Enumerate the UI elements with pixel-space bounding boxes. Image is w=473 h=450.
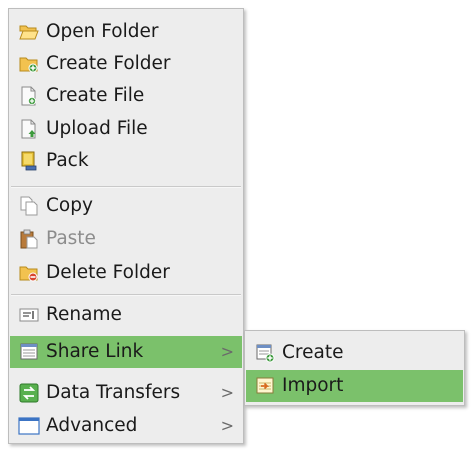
create-file-icon (18, 85, 40, 107)
menu-item-label: Create Folder (46, 52, 171, 74)
menu-item-pack[interactable]: Pack (10, 145, 242, 177)
paste-icon (18, 228, 40, 250)
menu-item-label: Data Transfers (46, 381, 181, 403)
submenu-arrow: > (220, 383, 234, 402)
menu-separator (11, 294, 241, 296)
menu-item-paste[interactable]: Paste (10, 223, 242, 255)
menu-item-rename[interactable]: Rename (10, 299, 242, 331)
menu-item-delete-folder[interactable]: Delete Folder (10, 257, 242, 289)
rename-icon (18, 304, 40, 326)
share-link-submenu: Create Import (244, 330, 465, 406)
menu-item-upload-file[interactable]: Upload File (10, 113, 242, 145)
data-transfers-icon (18, 382, 40, 404)
submenu-item-create[interactable]: Create (246, 337, 463, 369)
menu-item-label: Copy (46, 194, 93, 216)
context-menu: Open Folder Create Folder Create File Up… (8, 8, 244, 444)
menu-item-open-folder[interactable]: Open Folder (10, 16, 242, 48)
menu-item-create-file[interactable]: Create File (10, 80, 242, 112)
advanced-icon (18, 415, 40, 437)
menu-item-label: Delete Folder (46, 261, 170, 283)
menu-item-label: Rename (46, 303, 122, 325)
menu-item-label: Share Link (46, 340, 144, 362)
menu-item-label: Pack (46, 149, 89, 171)
create-folder-icon (18, 53, 40, 75)
menu-item-data-transfers[interactable]: Data Transfers > (10, 377, 242, 409)
delete-folder-icon (18, 262, 40, 284)
submenu-item-label: Import (282, 374, 344, 396)
menu-item-label: Paste (46, 227, 96, 249)
pack-icon (18, 150, 40, 172)
copy-icon (18, 195, 40, 217)
menu-item-label: Open Folder (46, 20, 159, 42)
menu-item-copy[interactable]: Copy (10, 190, 242, 222)
open-folder-icon (18, 21, 40, 43)
submenu-arrow: > (220, 342, 234, 361)
submenu-item-import[interactable]: Import (246, 370, 463, 402)
submenu-arrow: > (220, 416, 234, 435)
share-link-icon (18, 341, 40, 363)
import-share-icon (254, 375, 276, 397)
menu-item-share-link[interactable]: Share Link > (10, 336, 242, 368)
menu-separator (11, 186, 241, 188)
menu-item-label: Advanced (46, 414, 138, 436)
upload-file-icon (18, 118, 40, 140)
menu-item-advanced[interactable]: Advanced > (10, 410, 242, 442)
menu-item-label: Create File (46, 84, 145, 106)
menu-item-create-folder[interactable]: Create Folder (10, 48, 242, 80)
create-share-icon (254, 342, 276, 364)
menu-item-label: Upload File (46, 117, 148, 139)
submenu-item-label: Create (282, 341, 344, 363)
